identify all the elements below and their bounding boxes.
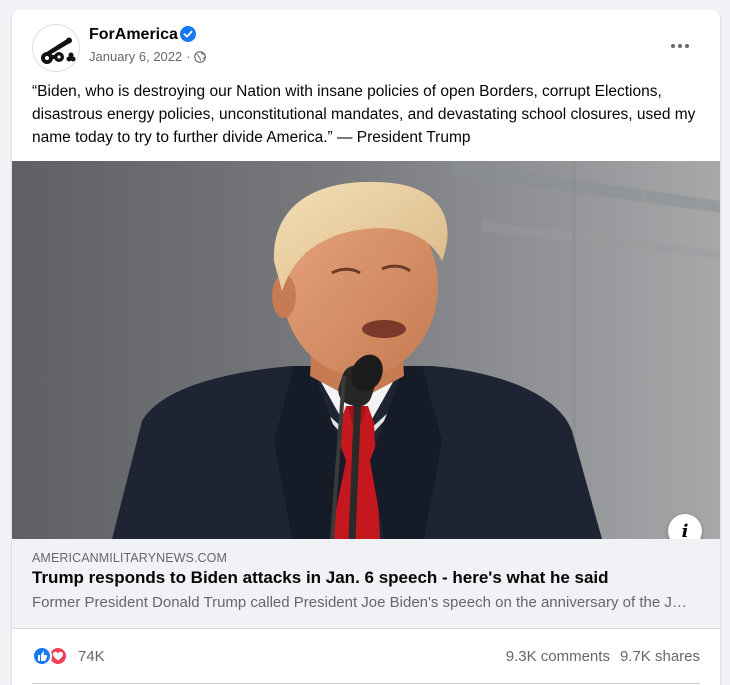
post-meta: January 6, 2022 · (89, 49, 206, 64)
link-title[interactable]: Trump responds to Biden attacks in Jan. … (32, 568, 609, 588)
like-reaction-icon (32, 646, 52, 666)
link-preview-image[interactable]: i (12, 161, 720, 539)
page-avatar[interactable] (32, 24, 80, 72)
reaction-count: 74K (78, 647, 105, 665)
comments-count-link[interactable]: 9.3K comments (506, 648, 610, 665)
engagement-counts: 9.3K comments 9.7K shares (506, 648, 700, 665)
post-text: “Biden, who is destroying our Nation wit… (32, 83, 696, 146)
shares-count-link[interactable]: 9.7K shares (620, 648, 700, 665)
verified-badge-icon (180, 26, 196, 42)
engagement-bar: 74K 9.3K comments 9.7K shares (12, 629, 720, 685)
cannon-logo-icon (33, 25, 79, 71)
link-preview[interactable]: AMERICANMILITARYNEWS.COM Trump responds … (12, 539, 720, 629)
page-name-link[interactable]: ForAmerica (89, 26, 178, 44)
reactions-summary[interactable]: 74K (32, 646, 105, 666)
post-header: ForAmerica January 6, 2022 · (12, 10, 720, 74)
speaker-photo (12, 161, 720, 539)
post-date-link[interactable]: January 6, 2022 (89, 49, 182, 64)
divider (32, 683, 700, 684)
link-description: Former President Donald Trump called Pre… (32, 594, 692, 611)
meta-separator: · (186, 49, 191, 64)
post-card: ForAmerica January 6, 2022 · “Biden, who… (12, 10, 720, 685)
more-options-icon (671, 44, 675, 48)
link-domain: AMERICANMILITARYNEWS.COM (32, 551, 228, 565)
globe-icon[interactable] (193, 50, 206, 63)
more-options-button[interactable] (662, 32, 698, 60)
